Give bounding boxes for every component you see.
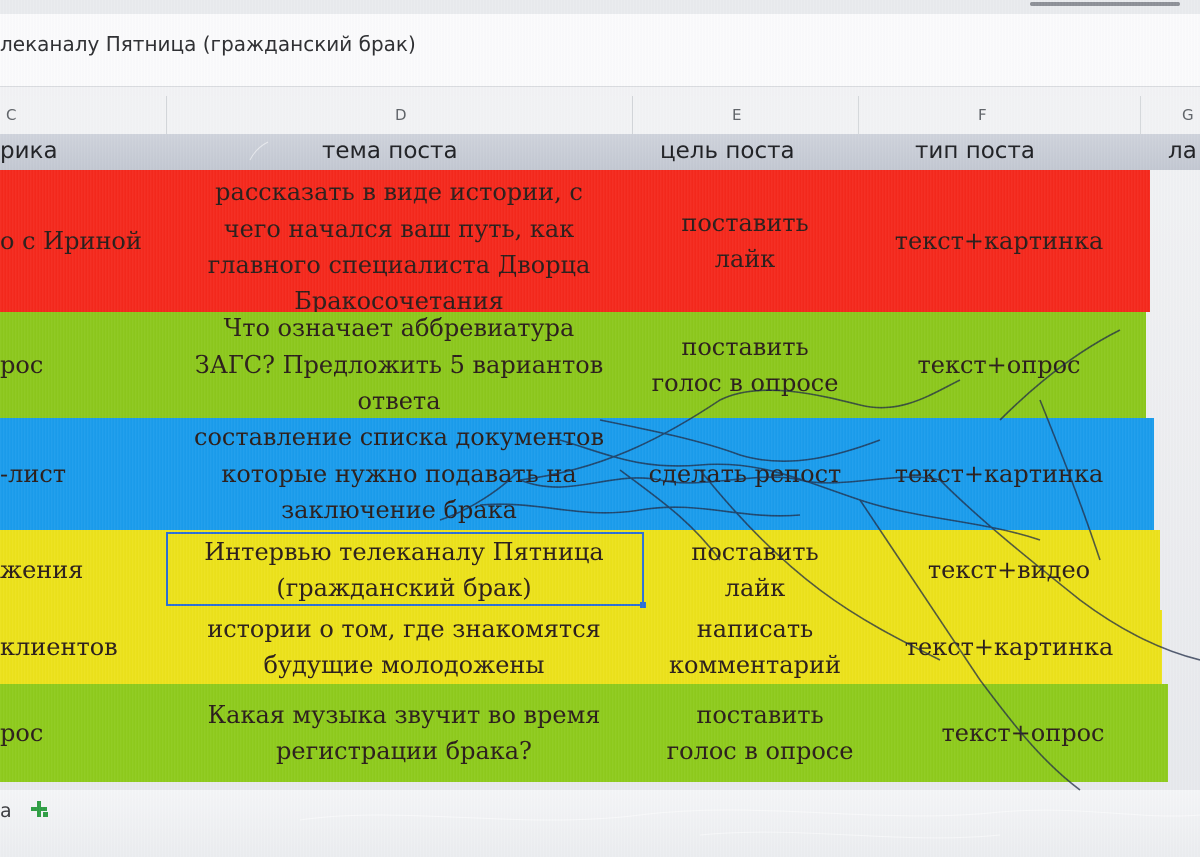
cell-rubric[interactable]: о с Ириной <box>0 170 166 312</box>
sheet-tab-bar: а <box>0 790 1200 857</box>
header-cell-c[interactable]: рика <box>0 138 58 164</box>
column-letter-d[interactable]: D <box>395 106 407 124</box>
cell-type[interactable]: текст+картинка <box>868 610 1150 684</box>
cell-type[interactable]: текст+опрос <box>858 312 1140 418</box>
table-row: рос Какая музыка звучит во время регистр… <box>0 684 1168 782</box>
cell-topic[interactable]: Какая музыка звучит во время регистрации… <box>166 684 642 782</box>
table-row: -лист составление списка документов кото… <box>0 418 1154 530</box>
header-cell-d[interactable]: тема поста <box>322 138 458 164</box>
table-row: рос Что означает аббревиатура ЗАГС? Пред… <box>0 312 1146 418</box>
cell-topic[interactable]: составление списка документов которые ну… <box>166 418 632 530</box>
fill-handle[interactable] <box>640 602 646 608</box>
cell-type[interactable]: текст+картинка <box>858 418 1140 530</box>
toolbar-underline <box>1030 2 1180 6</box>
cell-rubric[interactable]: рос <box>0 312 166 418</box>
column-divider[interactable] <box>166 96 167 134</box>
cell-rubric[interactable]: жения <box>0 530 166 610</box>
cell-goal[interactable]: написать комментарий <box>642 610 868 684</box>
cell-rubric[interactable]: -лист <box>0 418 166 530</box>
cell-type[interactable]: текст+опрос <box>878 684 1168 782</box>
column-divider[interactable] <box>858 96 859 134</box>
column-letter-f[interactable]: F <box>978 106 987 124</box>
header-cell-f[interactable]: тип поста <box>915 138 1035 164</box>
cell-goal[interactable]: поставить голос в опросе <box>642 684 878 782</box>
column-divider[interactable] <box>1140 96 1141 134</box>
header-row: рика тема поста цель поста тип поста ла <box>0 134 1200 170</box>
column-letter-e[interactable]: E <box>732 106 741 124</box>
spreadsheet-screen: леканалу Пятница (гражданский брак) C D … <box>0 0 1200 857</box>
cell-goal[interactable]: поставить лайк <box>632 170 858 312</box>
table-row: клиентов истории о том, где знакомятся б… <box>0 610 1162 684</box>
cell-type[interactable]: текст+видео <box>868 530 1150 610</box>
column-letter-c[interactable]: C <box>6 106 16 124</box>
active-cell-border[interactable] <box>166 532 644 606</box>
formula-bar-value[interactable]: леканалу Пятница (гражданский брак) <box>0 32 416 56</box>
toolbar-strip <box>0 0 1200 15</box>
header-cell-g[interactable]: ла <box>1168 138 1197 164</box>
column-divider[interactable] <box>632 96 633 134</box>
cell-topic[interactable]: Что означает аббревиатура ЗАГС? Предложи… <box>166 312 632 418</box>
cell-topic[interactable]: истории о том, где знакомятся будущие мо… <box>166 610 642 684</box>
cell-rubric[interactable]: клиентов <box>0 610 166 684</box>
table-row: о с Ириной рассказать в виде истории, с … <box>0 170 1150 312</box>
column-headers: C D E F G <box>0 96 1200 135</box>
cell-type[interactable]: текст+картинка <box>858 170 1140 312</box>
column-letter-g[interactable]: G <box>1182 106 1194 124</box>
cell-goal[interactable]: поставить голос в опросе <box>632 312 858 418</box>
cell-goal[interactable]: сделать репост <box>632 418 858 530</box>
sheet-tab-label[interactable]: а <box>0 800 12 822</box>
formula-bar[interactable]: леканалу Пятница (гражданский брак) <box>0 14 1200 87</box>
plus-icon[interactable] <box>28 798 50 820</box>
cell-topic[interactable]: рассказать в виде истории, с чего началс… <box>166 170 632 312</box>
cell-rubric[interactable]: рос <box>0 684 166 782</box>
header-cell-e[interactable]: цель поста <box>660 138 795 164</box>
cell-goal[interactable]: поставить лайк <box>642 530 868 610</box>
